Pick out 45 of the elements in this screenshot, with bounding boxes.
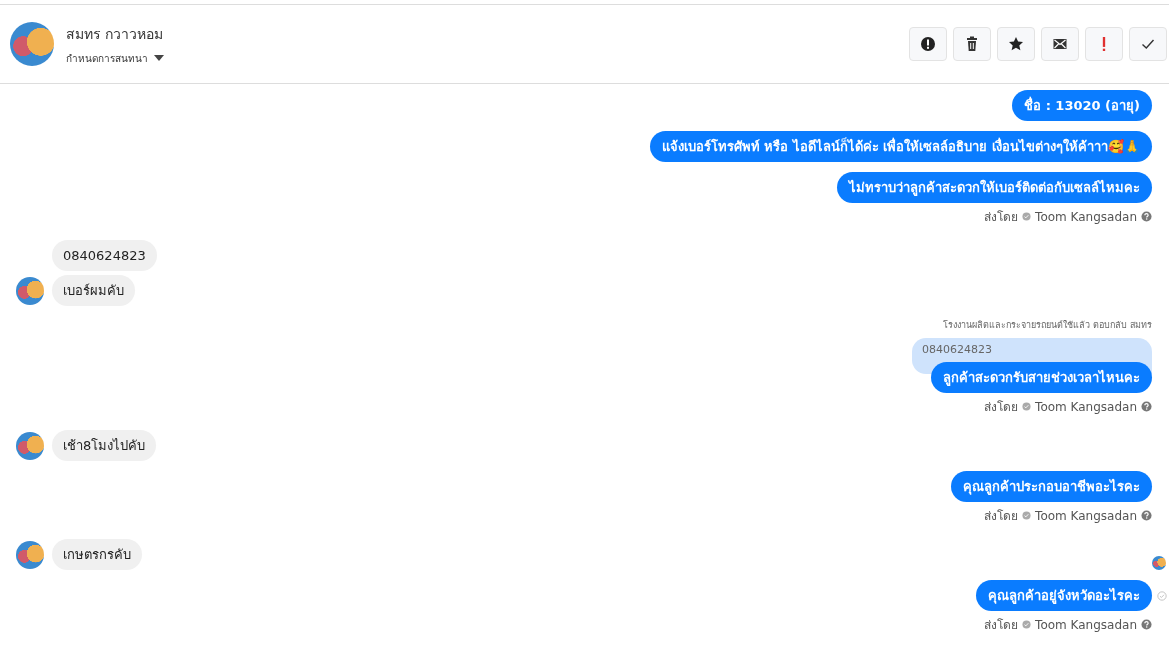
report-button[interactable] [909,27,947,61]
message-bubble: เกษตรกรคับ [52,539,142,570]
trash-icon [964,36,980,52]
sender-avatar [16,540,44,569]
message-bubble: เบอร์ผมคับ [52,275,135,306]
message-bubble: ลูกค้าสะดวกรับสายช่วงเวลาไหนคะ [931,362,1152,393]
agent-name: Toom Kangsadan [1035,617,1137,632]
sent-by-label: ส่งโดย [984,399,1019,416]
sent-by-label: ส่งโดย [984,617,1019,634]
delete-button[interactable] [953,27,991,61]
check-circle-icon [1022,402,1032,411]
caret-icon[interactable] [154,55,164,61]
agent-name: Toom Kangsadan [1035,209,1137,224]
help-icon[interactable] [1141,211,1152,222]
star-button[interactable] [997,27,1035,61]
delivered-check-icon [1157,590,1167,601]
message-bubble: 0840624823 [52,240,157,271]
contact-name: สมทร กวาวหอม [66,24,164,44]
message-bubble: ไม่ทราบว่าลูกค้าสะดวกให้เบอร์ติดต่อกับเซลล์ไหมคะ [837,172,1152,203]
reply-note: โรงงานผลิตและกระจายรถยนต์ใช้แล้ว ตอบกลับ สมทร [942,319,1152,332]
message-bubble: แจ้งเบอร์โทรศัพท์ หรือ ไอดีไลน์ก็ได้ค่ะ เพื่อให้เซลล์อธิบาย เงื่อนไขต่างๆให้ค้าาา🥰🙏 [649,131,1152,162]
envelope-icon [1052,36,1068,52]
agent-name: Toom Kangsadan [1035,399,1137,414]
mark-unread-button[interactable] [1041,27,1079,61]
alert-icon [920,36,936,52]
message-bubble: คุณลูกค้าประกอบอาชีพอะไรคะ [951,471,1152,502]
seen-avatar [1152,556,1166,570]
sent-by-label: ส่งโดย [984,209,1019,226]
message-bubble: เช้า8โมงไปคับ [52,430,157,461]
conversation-settings-label[interactable]: กำหนดการสนทนา [66,50,148,66]
help-icon[interactable] [1141,401,1152,412]
sender-avatar [16,431,44,460]
message-bubble: ชื่อ : 13020 (อายุ) [1012,90,1152,121]
check-circle-icon [1022,212,1032,221]
star-icon [1008,36,1024,52]
message-bubble: คุณลูกค้าอยู่จังหวัดอะไรคะ [976,580,1152,611]
agent-name: Toom Kangsadan [1035,508,1137,523]
help-icon[interactable] [1141,619,1152,630]
check-circle-icon [1022,620,1032,629]
sender-avatar [16,276,44,305]
contact-avatar [10,22,54,66]
help-icon[interactable] [1141,510,1152,521]
check-circle-icon [1022,511,1032,520]
sent-by-label: ส่งโดย [984,508,1019,525]
exclamation-icon [1102,37,1106,51]
